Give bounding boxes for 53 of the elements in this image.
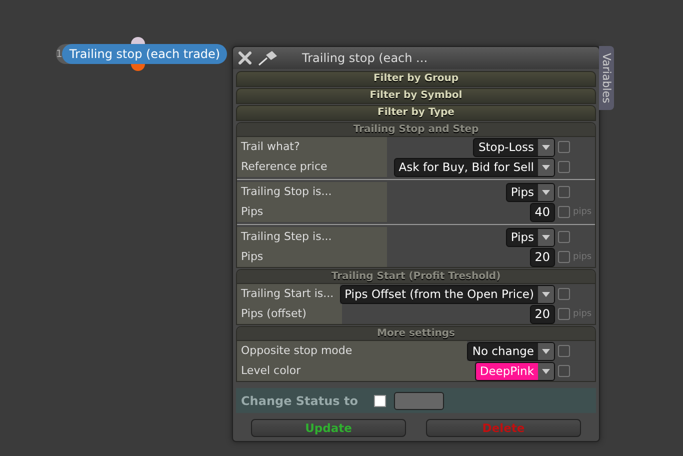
dropdown[interactable]: Pips (506, 228, 555, 246)
filter-bar[interactable]: Filter by Type (236, 105, 596, 121)
checkbox[interactable] (558, 161, 570, 173)
variables-tab[interactable]: Variables (599, 46, 614, 110)
setting-label: Level color (237, 361, 475, 381)
checkbox[interactable] (374, 394, 386, 406)
caret-icon[interactable] (542, 190, 550, 194)
filter-bar[interactable]: Filter by Group (236, 71, 596, 87)
number-field[interactable]: 20 (530, 304, 555, 324)
caret-icon[interactable] (542, 144, 550, 150)
setting-label: Trailing Stop is... (237, 182, 387, 202)
checkbox[interactable] (558, 365, 570, 377)
checkbox[interactable] (558, 288, 570, 300)
number-field[interactable]: 20 (530, 248, 555, 266)
close-icon[interactable] (238, 51, 252, 65)
dropdown[interactable]: DeepPink (474, 362, 555, 380)
checkbox[interactable] (558, 206, 570, 218)
checkbox[interactable] (558, 186, 570, 198)
setting-label: Pips (237, 202, 387, 222)
setting-label: Trailing Start is... (237, 284, 340, 304)
dropdown[interactable]: Stop-Loss (473, 138, 555, 156)
status-label: Change Status to (241, 394, 358, 408)
status-field[interactable] (394, 392, 444, 410)
panel-title: Trailing stop (each ... (302, 51, 428, 65)
setting-label: Trailing Step is... (237, 227, 387, 247)
setting-label: Trail what? (237, 137, 387, 157)
section-header: Trailing Start (Profit Treshold) (237, 270, 595, 284)
setting-label: Opposite stop mode (237, 341, 468, 361)
checkbox[interactable] (558, 345, 570, 357)
caret-icon[interactable] (542, 368, 550, 374)
update-button[interactable]: Update (251, 419, 406, 437)
dropdown[interactable]: Pips (506, 182, 555, 202)
dropdown[interactable]: No change (467, 342, 555, 360)
setting-label: Pips (237, 247, 387, 267)
dropdown[interactable]: Ask for Buy, Bid for Sell (394, 158, 555, 176)
caret-icon[interactable] (542, 348, 550, 354)
filter-bar[interactable]: Filter by Symbol (236, 88, 596, 104)
caret-icon[interactable] (542, 164, 550, 170)
caret-icon[interactable] (542, 234, 550, 240)
number-field[interactable]: 40 (530, 202, 555, 222)
dropdown[interactable]: Pips Offset (from the Open Price) (340, 284, 555, 304)
node-index: 1 (56, 48, 62, 60)
pin-icon[interactable] (258, 50, 278, 66)
node-title[interactable]: Trailing stop (each trade) (62, 44, 228, 64)
checkbox[interactable] (558, 251, 570, 263)
section-header: More settings (237, 327, 595, 341)
caret-icon[interactable] (542, 292, 550, 296)
setting-label: Pips (offset) (237, 304, 342, 324)
checkbox[interactable] (558, 308, 570, 320)
checkbox[interactable] (558, 141, 570, 153)
setting-label: Reference price (237, 157, 387, 177)
checkbox[interactable] (558, 231, 570, 243)
section-header: Trailing Stop and Step (237, 123, 595, 137)
